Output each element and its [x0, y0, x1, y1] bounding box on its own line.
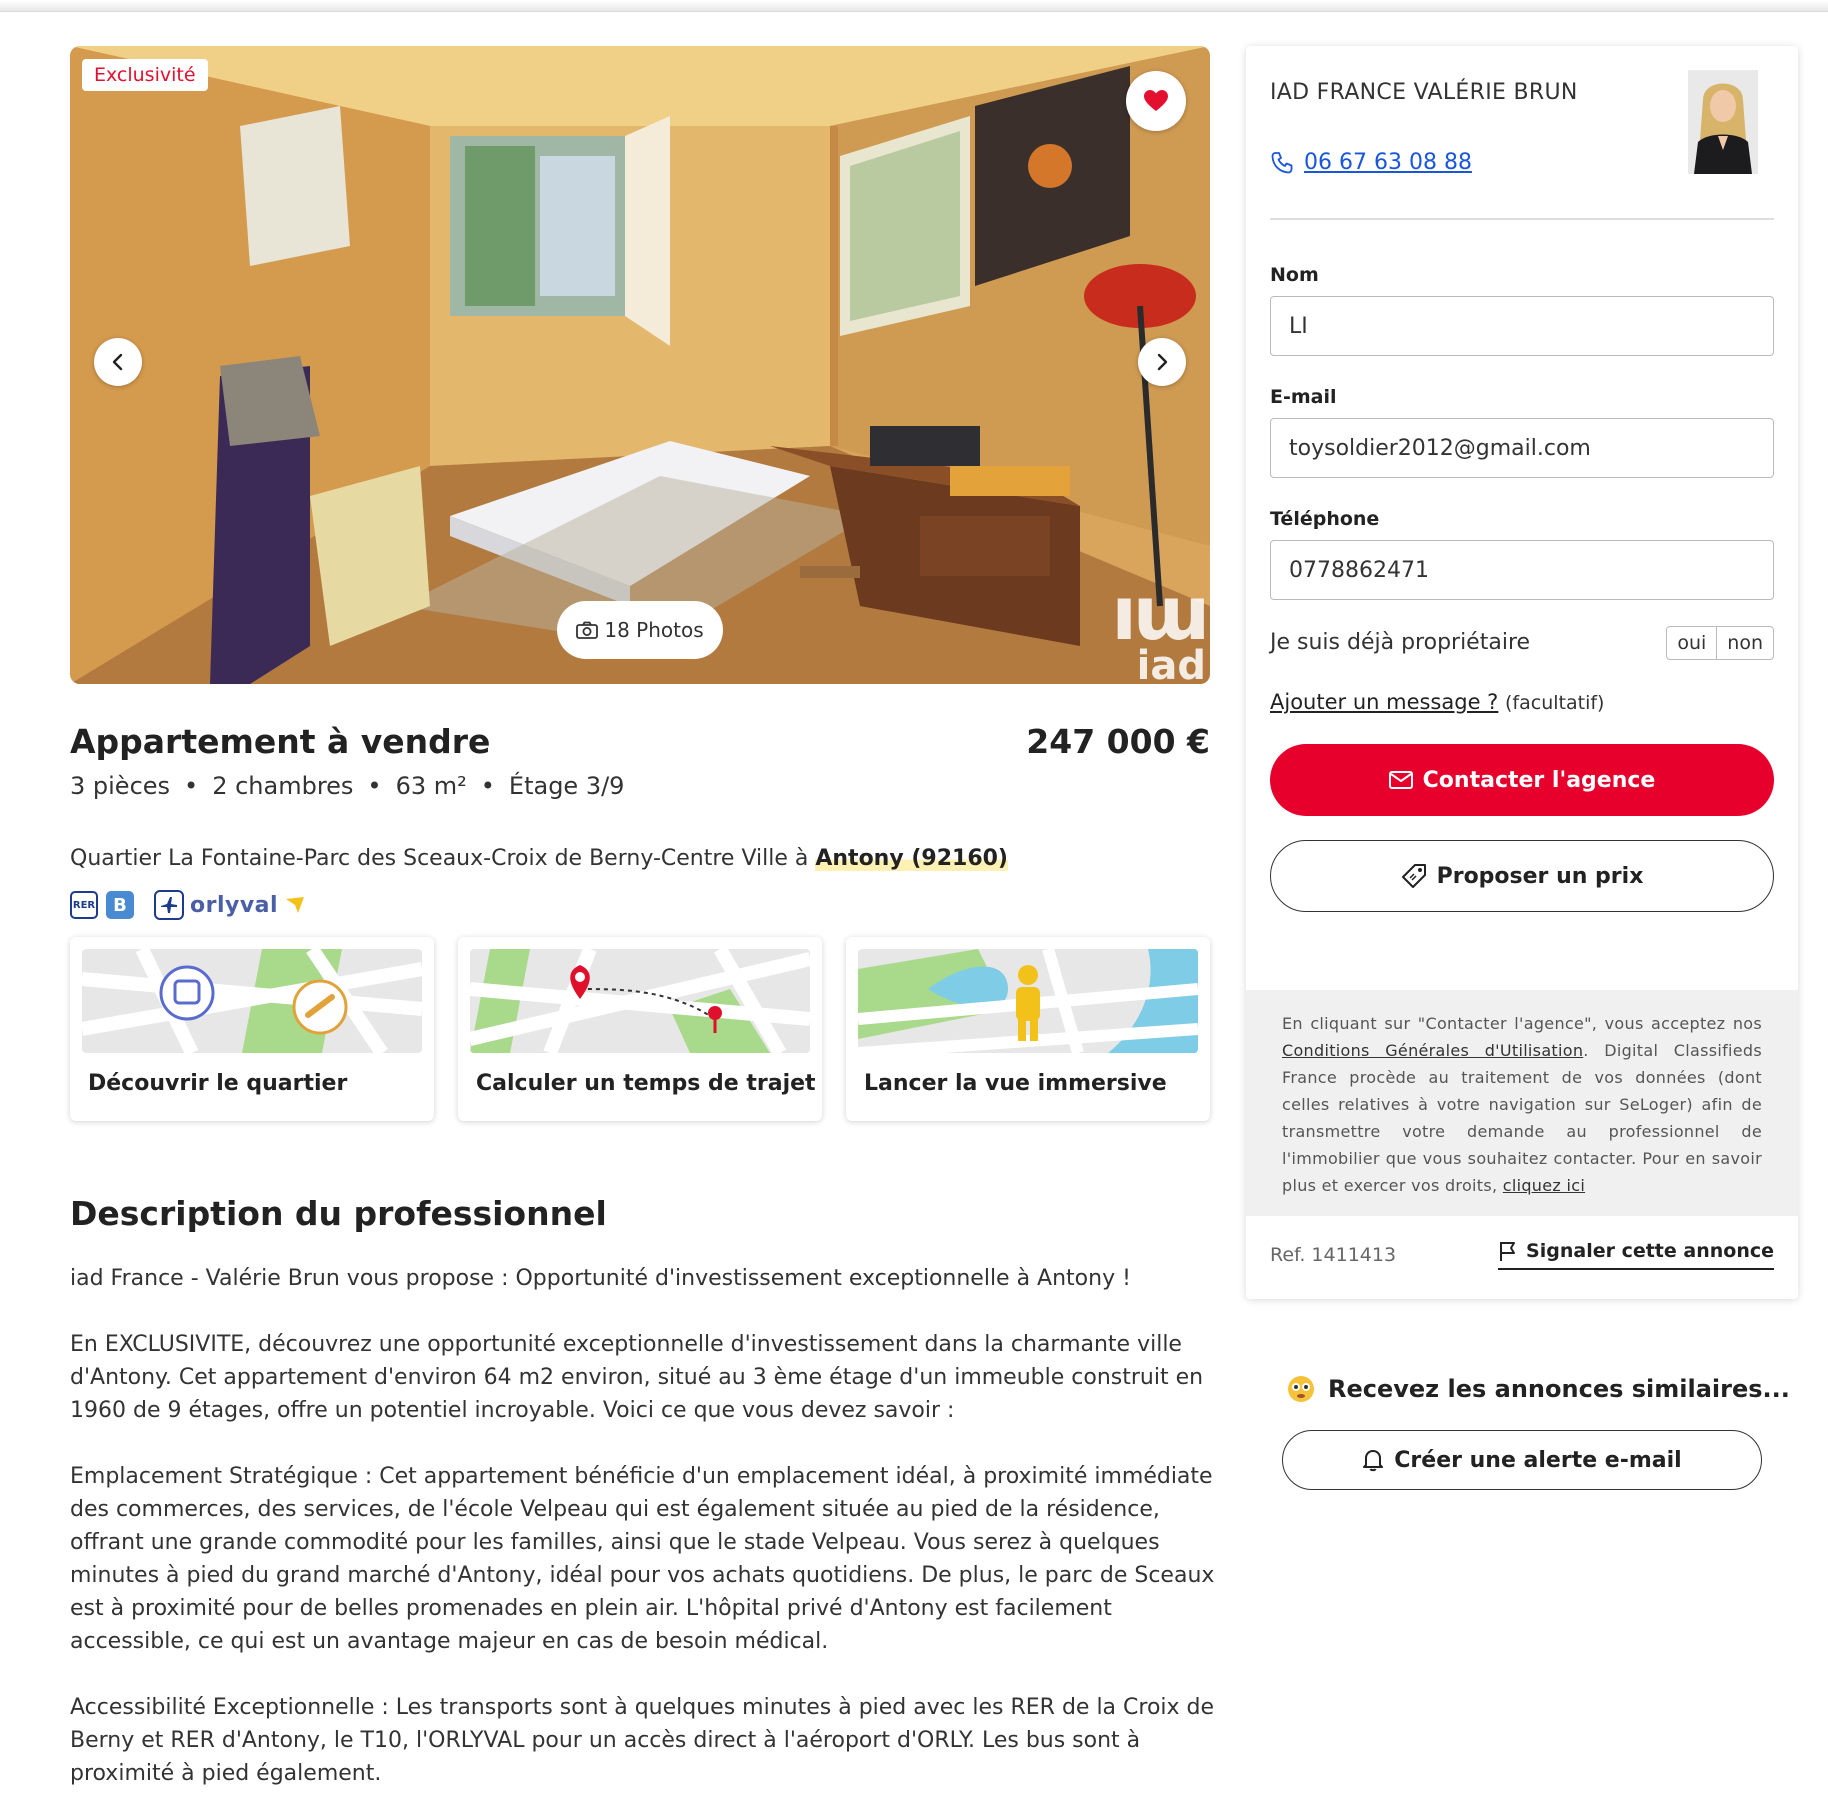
owner-no-option[interactable]: non — [1716, 627, 1773, 659]
similar-listings-label: Recevez les annonces similaires... — [1328, 1375, 1790, 1403]
transport-badges: RER B orlyval — [70, 890, 306, 920]
legal-text-2: . Digital Classifieds France procède au … — [1282, 1041, 1762, 1195]
card-travel-time[interactable]: Calculer un temps de trajet — [458, 937, 822, 1121]
propose-price-button[interactable]: Proposer un prix — [1270, 840, 1774, 912]
location-district: Quartier La Fontaine-Parc des Sceaux-Cro… — [70, 846, 816, 871]
favorite-button[interactable] — [1126, 71, 1186, 131]
iad-watermark-symbol: ıɯ — [1111, 571, 1210, 658]
photo-gallery[interactable]: Exclusivité 18 Photos ıɯ iad — [70, 46, 1210, 684]
add-message-link[interactable]: Ajouter un message ? — [1270, 690, 1498, 714]
name-field[interactable] — [1270, 296, 1774, 356]
cgu-link[interactable]: Conditions Générales d'Utilisation — [1282, 1041, 1583, 1060]
listing-specs: 3 pièces • 2 chambres • 63 m² • Étage 3/… — [70, 772, 624, 800]
feature-cards: Découvrir le quartier Calculer un temps … — [70, 937, 1210, 1121]
rer-line-b-icon: B — [106, 891, 134, 919]
photos-count-button[interactable]: 18 Photos — [557, 601, 723, 659]
camera-icon — [576, 621, 599, 639]
add-message: Ajouter un message ? (facultatif) — [1270, 690, 1604, 714]
listing-location: Quartier La Fontaine-Parc des Sceaux-Cro… — [70, 846, 1008, 871]
orlyval-label: orlyval — [190, 892, 279, 918]
agent-phone-number[interactable]: 06 67 63 08 88 — [1304, 150, 1472, 175]
card-label: Lancer la vue immersive — [864, 1071, 1167, 1096]
description-title: Description du professionnel — [70, 1194, 607, 1233]
panel-divider — [1270, 218, 1774, 220]
email-field[interactable] — [1270, 418, 1774, 478]
phone-label: Téléphone — [1270, 508, 1380, 530]
bell-icon — [1363, 1450, 1384, 1472]
owner-question: Je suis déjà propriétaire — [1270, 630, 1531, 655]
spec-bedrooms: 2 chambres — [212, 772, 354, 800]
next-photo-button[interactable] — [1138, 338, 1186, 386]
description-paragraph: En EXCLUSIVITE, découvrez une opportunit… — [70, 1332, 1204, 1423]
bedroom-photo-illustration — [70, 46, 1210, 684]
orlyval-badge: orlyval — [154, 890, 306, 920]
spec-floor: Étage 3/9 — [508, 772, 625, 800]
description-paragraph: Emplacement Stratégique : Cet appartemen… — [70, 1464, 1215, 1654]
heart-icon — [1144, 90, 1168, 111]
phone-icon — [1271, 151, 1293, 173]
spec-separator: • — [184, 772, 199, 800]
owner-toggle: oui non — [1666, 626, 1774, 660]
create-alert-label: Créer une alerte e-mail — [1394, 1447, 1682, 1473]
similar-listings-heading: Recevez les annonces similaires... — [1286, 1374, 1790, 1404]
listing-reference: Ref. 1411413 — [1270, 1244, 1397, 1266]
owner-yes-option[interactable]: oui — [1667, 627, 1716, 659]
contact-agency-label: Contacter l'agence — [1422, 767, 1656, 793]
top-border — [0, 0, 1828, 12]
route-map-icon — [470, 949, 810, 1053]
legal-notice: En cliquant sur "Contacter l'agence", vo… — [1246, 990, 1798, 1216]
name-label: Nom — [1270, 264, 1319, 286]
spec-separator: • — [367, 772, 382, 800]
spec-surface: 63 m² — [395, 772, 467, 800]
mail-icon — [1388, 771, 1413, 789]
agent-avatar — [1688, 70, 1758, 174]
contact-agency-button[interactable]: Contacter l'agence — [1270, 744, 1774, 816]
previous-photo-button[interactable] — [94, 338, 142, 386]
chevron-left-icon — [112, 353, 123, 371]
flag-icon — [1500, 1242, 1516, 1261]
description-body: iad France - Valérie Brun vous propose :… — [70, 1262, 1220, 1802]
report-listing-label: Signaler cette annonce — [1526, 1240, 1774, 1262]
report-listing-link[interactable]: Signaler cette annonce — [1498, 1240, 1774, 1270]
spec-rooms: 3 pièces — [70, 772, 171, 800]
phone-field[interactable] — [1270, 540, 1774, 600]
street-view-icon — [858, 949, 1198, 1053]
exclusivity-badge: Exclusivité — [82, 59, 208, 91]
neighborhood-map-icon — [82, 949, 422, 1053]
add-message-optional: (facultatif) — [1505, 692, 1605, 714]
agent-phone-link[interactable]: 06 67 63 08 88 — [1270, 150, 1472, 175]
description-paragraph: iad France - Valérie Brun vous propose :… — [70, 1266, 1131, 1291]
location-city: Antony (92160) — [815, 846, 1008, 871]
contact-panel: IAD FRANCE VALÉRIE BRUN 06 67 63 08 88 N… — [1246, 46, 1798, 1299]
agent-name: IAD FRANCE VALÉRIE BRUN — [1270, 80, 1578, 105]
price-tag-icon — [1401, 864, 1426, 888]
chevron-right-icon — [1157, 353, 1168, 371]
rer-icon: RER — [70, 891, 98, 919]
create-alert-button[interactable]: Créer une alerte e-mail — [1282, 1430, 1762, 1490]
listing-title: Appartement à vendre — [70, 722, 491, 761]
orlyval-arrow-icon — [286, 897, 305, 913]
email-label: E-mail — [1270, 386, 1337, 408]
card-label: Découvrir le quartier — [88, 1071, 348, 1096]
listing-photo[interactable] — [70, 46, 1210, 684]
legal-text-1: En cliquant sur "Contacter l'agence", vo… — [1282, 1014, 1762, 1033]
privacy-link[interactable]: cliquez ici — [1503, 1176, 1585, 1195]
iad-watermark-logo: ıɯ iad — [1111, 571, 1210, 684]
card-immersive-view[interactable]: Lancer la vue immersive — [846, 937, 1210, 1121]
description-paragraph: Accessibilité Exceptionnelle : Les trans… — [70, 1695, 1215, 1786]
propose-price-label: Proposer un prix — [1436, 863, 1644, 889]
listing-price: 247 000 € — [1026, 722, 1210, 761]
curious-face-icon — [1288, 1376, 1314, 1402]
spec-separator: • — [480, 772, 495, 800]
card-discover-neighborhood[interactable]: Découvrir le quartier — [70, 937, 434, 1121]
plane-icon — [154, 890, 184, 920]
photos-count-label: 18 Photos — [604, 618, 704, 642]
card-label: Calculer un temps de trajet — [476, 1071, 816, 1096]
